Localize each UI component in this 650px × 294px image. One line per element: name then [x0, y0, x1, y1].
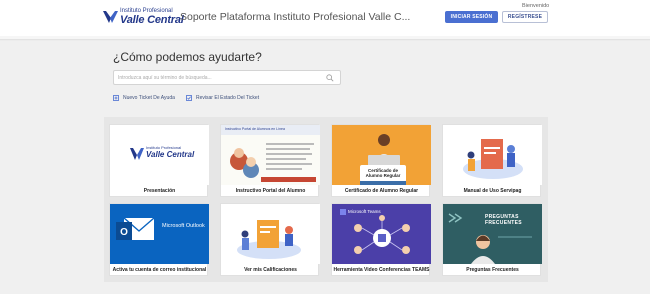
card-instructivo-portal[interactable]: Instructivo Portal de Alumnos en Línea I… [220, 124, 320, 197]
login-button[interactable]: INICIAR SESIÓN [445, 11, 498, 23]
card-thumbnail [443, 125, 542, 185]
card-thumbnail: Certificado de Alumno Regular [332, 125, 431, 185]
new-ticket-link[interactable]: Nuevo Ticket De Ayuda [113, 95, 175, 101]
faq-image [443, 204, 542, 264]
card-calificaciones[interactable]: Ver mis Calificaciones [220, 203, 320, 276]
servipag-manual-image [443, 125, 542, 185]
header-divider [0, 36, 650, 40]
register-button[interactable]: REGÍSTRESE [502, 11, 548, 23]
card-faq[interactable]: PREGUNTAS FRECUENTES Preguntas Frecuente… [442, 203, 542, 276]
site-logo[interactable]: Instituto Profesional Valle Central [103, 8, 184, 26]
top-header: Instituto Profesional Valle Central Sopo… [0, 0, 650, 36]
card-outlook[interactable]: O Microsoft Outlook Activa tu cuenta de … [109, 203, 209, 276]
search-icon[interactable] [326, 74, 334, 82]
card-thumbnail: O Microsoft Outlook [110, 204, 209, 264]
portal-guide-image [221, 125, 320, 185]
card-teams[interactable]: Microsoft Teams Herramienta Video Confer… [331, 203, 431, 276]
card-thumb-big-text: Valle Central [146, 150, 195, 159]
card-thumb-text: Certificado de Alumno Regular [365, 168, 401, 178]
card-label: Herramienta Video Conferencias TEAMS [333, 267, 430, 273]
card-label: Ver mis Calificaciones [244, 267, 297, 273]
card-certificado[interactable]: Certificado de Alumno Regular Certificad… [331, 124, 431, 197]
check-ticket-label: Revisar El Estado Del Ticket [196, 95, 260, 101]
logo-mark-icon [103, 11, 118, 23]
outlook-image: O [110, 204, 209, 264]
card-label: Activa tu cuenta de correo institucional [112, 267, 207, 273]
articles-grid: Instituto Profesional Valle Central Pres… [104, 117, 548, 282]
card-presentacion[interactable]: Instituto Profesional Valle Central Pres… [109, 124, 209, 197]
card-thumbnail: Instituto Profesional Valle Central [110, 125, 209, 185]
new-ticket-icon [113, 95, 119, 101]
welcome-text: Bienvenido [522, 3, 550, 9]
grades-image [221, 204, 320, 264]
card-servipag[interactable]: Manual de Uso Servipag [442, 124, 542, 197]
search-input[interactable] [118, 73, 318, 83]
help-heading: ¿Cómo podemos ayudarte? [113, 50, 262, 64]
site-title: Soporte Plataforma Instituto Profesional… [180, 11, 411, 23]
card-label: Certificado de Alumno Regular [344, 188, 419, 194]
card-label: Manual de Uso Servipag [463, 188, 522, 194]
search-box[interactable] [113, 70, 341, 85]
card-thumbnail [221, 204, 320, 264]
card-thumbnail: Instructivo Portal de Alumnos en Línea [221, 125, 320, 185]
card-thumb-text: Microsoft Outlook [162, 223, 205, 229]
card-thumb-text: Microsoft Teams [348, 209, 381, 214]
ticket-status-icon [186, 95, 192, 101]
card-thumb-text: PREGUNTAS FRECUENTES [485, 214, 522, 226]
logo-big-text: Valle Central [120, 14, 184, 26]
svg-text:O: O [120, 227, 128, 238]
card-thumb-text: Instructivo Portal de Alumnos en Línea [225, 127, 285, 131]
check-ticket-link[interactable]: Revisar El Estado Del Ticket [186, 95, 259, 101]
card-label: Preguntas Frecuentes [466, 267, 519, 273]
card-label: Presentación [143, 188, 176, 194]
card-thumbnail: PREGUNTAS FRECUENTES [443, 204, 542, 264]
teams-image [332, 204, 431, 264]
card-label: Instructivo Portal del Alumno [235, 188, 306, 194]
new-ticket-label: Nuevo Ticket De Ayuda [123, 95, 175, 101]
card-thumbnail: Microsoft Teams [332, 204, 431, 264]
main-content: ¿Cómo podemos ayudarte? Nuevo Ticket De … [0, 41, 650, 294]
